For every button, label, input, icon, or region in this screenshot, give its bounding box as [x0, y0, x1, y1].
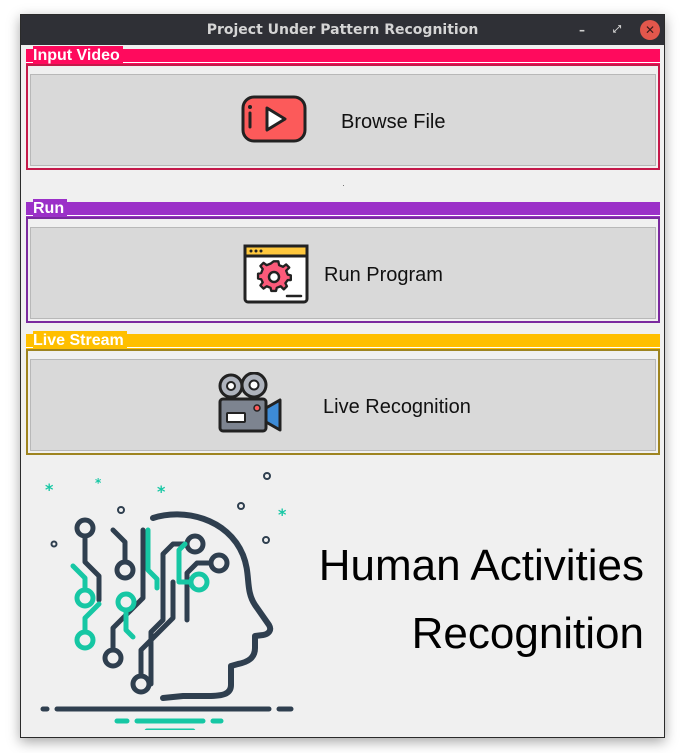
input-video-header: Input Video [26, 46, 660, 66]
separator-dot [343, 185, 344, 186]
svg-text:*: * [95, 476, 102, 490]
gear-window-icon [243, 244, 309, 308]
close-button[interactable]: ✕ [640, 20, 660, 40]
youtube-play-icon [241, 95, 307, 147]
svg-text:*: * [278, 505, 287, 524]
run-group: Run Run Program [26, 199, 660, 323]
header-rule [26, 215, 660, 216]
browse-file-button[interactable]: Browse File [30, 74, 656, 166]
hero-title-line2: Recognition [411, 609, 644, 658]
live-stream-title: Live Stream [33, 331, 127, 351]
run-title: Run [33, 199, 68, 219]
input-video-group: Input Video Browse File [26, 46, 660, 170]
ai-head-circuit-icon: * * * * [33, 470, 303, 734]
title-bar[interactable]: Project Under Pattern Recognition – ⤢ ✕ [21, 15, 664, 45]
window-title: Project Under Pattern Recognition [206, 22, 479, 38]
input-video-panel: Browse File [26, 64, 660, 170]
hero-title-line1: Human Activities [318, 541, 644, 590]
input-video-title: Input Video [33, 46, 123, 66]
svg-text:*: * [45, 480, 54, 499]
live-recognition-label: Live Recognition [323, 396, 471, 418]
svg-text:*: * [157, 482, 166, 501]
live-recognition-button[interactable]: Live Recognition [30, 359, 656, 451]
maximize-button[interactable]: ⤢ [609, 22, 625, 38]
app-window: Project Under Pattern Recognition – ⤢ ✕ … [20, 14, 665, 738]
live-stream-header: Live Stream [26, 331, 660, 351]
run-header: Run [26, 199, 660, 219]
browse-file-label: Browse File [341, 111, 446, 133]
run-panel: Run Program [26, 217, 660, 323]
minimize-button[interactable]: – [574, 22, 590, 38]
live-stream-panel: Live Recognition [26, 349, 660, 455]
run-program-label: Run Program [324, 264, 443, 286]
video-camera-icon [217, 371, 283, 440]
run-program-button[interactable]: Run Program [30, 227, 656, 319]
live-stream-group: Live Stream Live Recognition [26, 331, 660, 455]
